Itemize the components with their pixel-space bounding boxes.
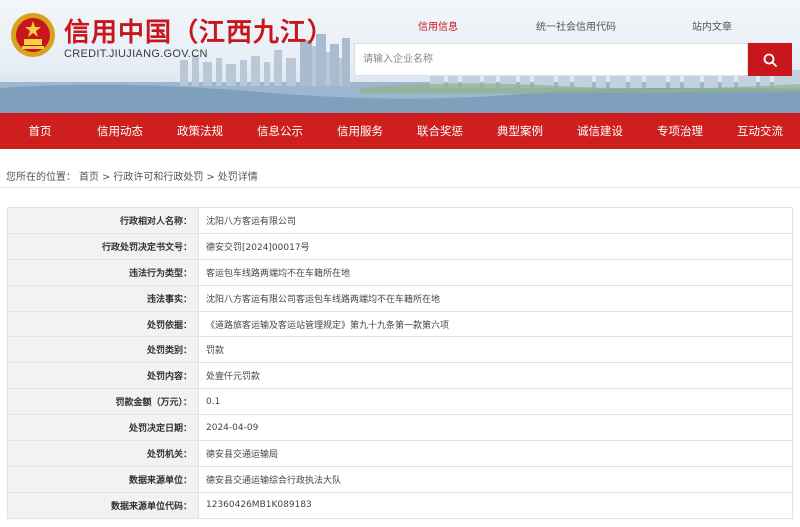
breadcrumb-home[interactable]: 首页	[79, 172, 99, 183]
main-nav: 首页 信用动态 政策法规 信息公示 信用服务 联合奖惩 典型案例 诚信建设 专项…	[0, 113, 800, 149]
divider	[0, 187, 800, 188]
site-url: CREDIT.JIUJIANG.GOV.CN	[64, 48, 208, 60]
row-label: 数据来源单位代码：	[7, 491, 199, 519]
penalty-detail-table: 行政相对人名称： 沈阳八方客运有限公司 行政处罚决定书文号： 德安交罚[2024…	[7, 207, 793, 519]
breadcrumb-separator: >	[102, 172, 111, 183]
row-value: 德安交罚[2024]00017号	[198, 232, 793, 260]
breadcrumb-separator: >	[206, 172, 215, 183]
national-emblem-icon[interactable]	[10, 12, 56, 58]
row-value: 处壹仟元罚款	[198, 362, 793, 390]
breadcrumb-prefix: 您所在的位置：	[6, 172, 76, 183]
table-row: 处罚类别： 罚款	[7, 336, 793, 364]
row-label: 行政相对人名称：	[7, 207, 199, 234]
row-label: 违法行为类型：	[7, 258, 199, 286]
table-row: 行政相对人名称： 沈阳八方客运有限公司	[7, 207, 793, 234]
breadcrumb: 您所在的位置： 首页 > 行政许可和行政处罚 > 处罚详情	[6, 168, 261, 183]
table-row: 处罚机关： 德安县交通运输局	[7, 440, 793, 467]
row-value: 德安县交通运输综合行政执法大队	[198, 465, 793, 493]
row-label: 处罚类别：	[7, 336, 199, 364]
nav-item-interaction[interactable]: 互动交流	[720, 113, 800, 149]
row-label: 行政处罚决定书文号：	[7, 232, 199, 260]
table-row: 罚款金额（万元）： 0.1	[7, 388, 793, 416]
nav-item-policies[interactable]: 政策法规	[160, 113, 240, 149]
breadcrumb-current: 处罚详情	[217, 172, 258, 183]
row-value: 2024-04-09	[198, 414, 793, 442]
row-label: 数据来源单位：	[7, 465, 199, 493]
row-label: 处罚机关：	[7, 440, 199, 467]
row-value: 《道路旅客运输及客运站管理规定》第九十九条第一款第六项	[198, 310, 793, 338]
nav-item-joint-reward-punish[interactable]: 联合奖惩	[400, 113, 480, 149]
search-input[interactable]	[355, 44, 747, 75]
row-value: 12360426MB1K089183	[198, 491, 793, 519]
search-box	[354, 43, 748, 76]
table-row: 数据来源单位： 德安县交通运输综合行政执法大队	[7, 465, 793, 493]
site-header: 信用中国（江西九江） CREDIT.JIUJIANG.GOV.CN 信用信息 统…	[0, 0, 800, 113]
row-label: 处罚内容：	[7, 362, 199, 390]
search-icon	[763, 53, 777, 67]
table-row: 处罚内容： 处壹仟元罚款	[7, 362, 793, 390]
row-label: 处罚决定日期：	[7, 414, 199, 442]
row-value: 0.1	[198, 388, 793, 416]
tab-credit-info[interactable]: 信用信息	[418, 18, 458, 33]
site-title[interactable]: 信用中国（江西九江）	[64, 12, 334, 49]
row-label: 罚款金额（万元）：	[7, 388, 199, 416]
row-value: 沈阳八方客运有限公司客运包车线路两端均不在车籍所在地	[198, 284, 793, 312]
nav-item-disclosure[interactable]: 信息公示	[240, 113, 320, 149]
row-value: 德安县交通运输局	[198, 440, 793, 467]
nav-item-special-governance[interactable]: 专项治理	[640, 113, 720, 149]
table-row: 违法事实： 沈阳八方客运有限公司客运包车线路两端均不在车籍所在地	[7, 284, 793, 312]
tab-site-articles[interactable]: 站内文章	[692, 18, 732, 33]
row-label: 违法事实：	[7, 284, 199, 312]
nav-item-credit-service[interactable]: 信用服务	[320, 113, 400, 149]
table-row: 行政处罚决定书文号： 德安交罚[2024]00017号	[7, 232, 793, 260]
row-value: 客运包车线路两端均不在车籍所在地	[198, 258, 793, 286]
breadcrumb-permits-penalties[interactable]: 行政许可和行政处罚	[113, 172, 203, 183]
nav-item-typical-cases[interactable]: 典型案例	[480, 113, 560, 149]
tab-credit-code[interactable]: 统一社会信用代码	[536, 18, 616, 33]
row-value: 沈阳八方客运有限公司	[198, 207, 793, 234]
search-button[interactable]	[748, 43, 792, 76]
table-row: 违法行为类型： 客运包车线路两端均不在车籍所在地	[7, 258, 793, 286]
nav-item-home[interactable]: 首页	[0, 113, 80, 149]
row-value: 罚款	[198, 336, 793, 364]
table-row: 处罚依据： 《道路旅客运输及客运站管理规定》第九十九条第一款第六项	[7, 310, 793, 338]
nav-item-integrity-building[interactable]: 诚信建设	[560, 113, 640, 149]
table-row: 数据来源单位代码： 12360426MB1K089183	[7, 491, 793, 519]
table-row: 处罚决定日期： 2024-04-09	[7, 414, 793, 442]
search-tabs: 信用信息 统一社会信用代码 站内文章	[380, 18, 800, 38]
row-label: 处罚依据：	[7, 310, 199, 338]
nav-item-credit-news[interactable]: 信用动态	[80, 113, 160, 149]
